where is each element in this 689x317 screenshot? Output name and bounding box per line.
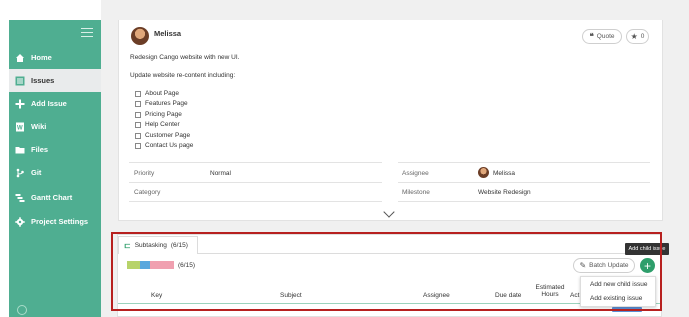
sidebar-item-label: Wiki — [31, 122, 47, 131]
sidebar-item-add-issue[interactable]: Add Issue — [9, 92, 101, 115]
priority-label: Priority — [134, 170, 155, 177]
gantt-icon — [15, 193, 25, 203]
star-button[interactable]: ★ 0 — [626, 29, 649, 44]
sidebar-item-label: Git — [31, 168, 42, 177]
star-count: 0 — [640, 33, 645, 40]
sidebar-item-home[interactable]: Home — [9, 46, 101, 69]
issue-detail-card — [118, 20, 663, 221]
checklist-checkbox[interactable] — [135, 112, 141, 118]
divider — [398, 162, 650, 163]
checklist-checkbox[interactable] — [135, 122, 141, 128]
divider — [129, 182, 382, 183]
sidebar-item-project-settings[interactable]: Project Settings — [9, 210, 101, 233]
gear-icon — [15, 216, 25, 227]
avatar — [478, 167, 489, 178]
quote-icon: ❝ — [589, 32, 594, 41]
checklist-checkbox[interactable] — [135, 143, 141, 149]
wiki-icon: W — [15, 122, 25, 132]
sidebar-item-gantt-chart[interactable]: Gantt Chart — [9, 186, 101, 209]
checklist-item: Customer Page — [145, 132, 191, 139]
issue-author: Melissa — [154, 29, 182, 38]
assignee-value: Melissa — [493, 170, 516, 177]
checklist-item: About Page — [145, 90, 179, 97]
sidebar-item-label: Project Settings — [31, 217, 89, 226]
divider — [398, 201, 650, 202]
star-icon: ★ — [630, 32, 638, 41]
category-label: Category — [134, 189, 161, 196]
divider — [129, 162, 382, 163]
list-icon — [15, 76, 25, 86]
help-icon[interactable] — [17, 305, 27, 315]
quote-button[interactable]: ❝ Quote — [582, 29, 622, 44]
description-line: Redesign Cango website with new UI. — [130, 54, 240, 61]
highlight-box — [111, 232, 662, 311]
git-icon — [15, 168, 25, 178]
sidebar-item-label: Files — [31, 145, 49, 154]
sidebar-item-git[interactable]: Git — [9, 161, 101, 184]
checklist-item: Help Center — [145, 121, 180, 128]
divider — [398, 182, 650, 183]
sidebar-item-label: Home — [31, 53, 52, 62]
sidebar-item-label: Gantt Chart — [31, 193, 73, 202]
quote-label: Quote — [596, 33, 615, 40]
checklist-item: Pricing Page — [145, 111, 182, 118]
assignee-label: Assignee — [402, 170, 429, 177]
plus-icon — [15, 99, 25, 109]
checklist-item: Contact Us page — [145, 142, 194, 149]
folder-icon — [15, 145, 25, 155]
hamburger-menu-icon[interactable] — [81, 28, 93, 38]
svg-text:W: W — [17, 125, 23, 131]
priority-value: Normal — [210, 170, 231, 177]
sidebar: Home Issues Add Issue W Wiki Files Git G… — [9, 20, 101, 317]
checklist-item: Features Page — [145, 100, 188, 107]
checklist-checkbox[interactable] — [135, 133, 141, 139]
milestone-value: Website Redesign — [478, 189, 531, 196]
description-line: Update website re-content including: — [130, 72, 236, 79]
sidebar-item-label: Add Issue — [31, 99, 67, 108]
sidebar-item-files[interactable]: Files — [9, 138, 101, 161]
checklist-checkbox[interactable] — [135, 91, 141, 97]
sidebar-item-label: Issues — [31, 76, 55, 85]
milestone-label: Milestone — [402, 189, 430, 196]
sidebar-item-wiki[interactable]: W Wiki — [9, 115, 101, 138]
avatar — [131, 27, 149, 45]
divider — [129, 201, 382, 202]
sidebar-item-issues[interactable]: Issues — [9, 69, 101, 92]
home-icon — [15, 53, 25, 63]
checklist-checkbox[interactable] — [135, 101, 141, 107]
